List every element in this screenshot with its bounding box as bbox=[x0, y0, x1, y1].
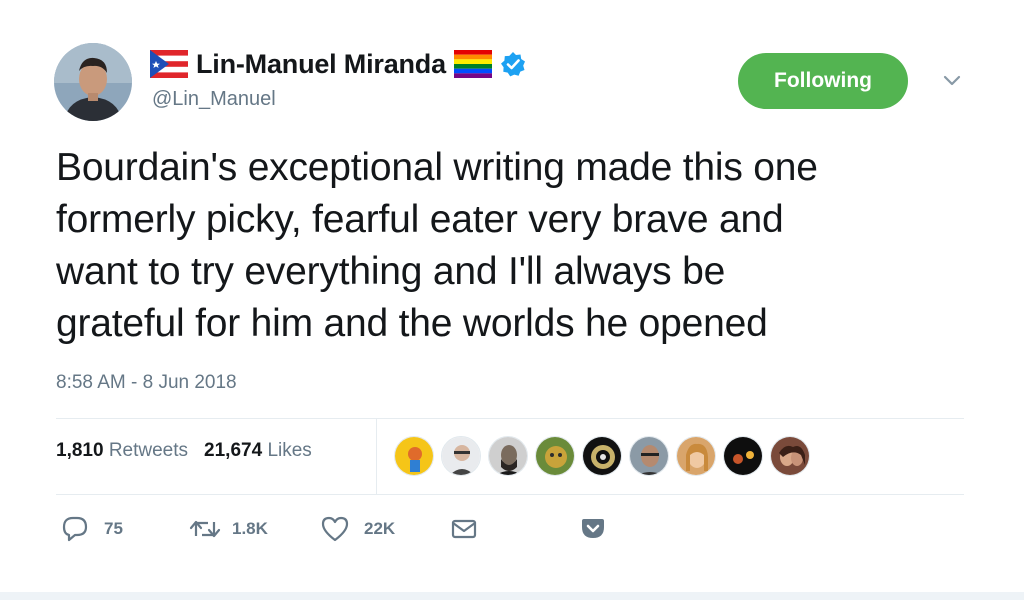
tweet-actions: 75 1.8K 22K bbox=[60, 512, 606, 546]
tweet-stats: 1,810 Retweets 21,674 Likes bbox=[56, 440, 312, 462]
liker-avatar[interactable] bbox=[535, 436, 575, 476]
heart-icon bbox=[320, 515, 350, 543]
retweets-count: 1,810 bbox=[56, 440, 104, 461]
envelope-icon bbox=[450, 517, 478, 541]
name-row: Lin-Manuel Miranda bbox=[150, 46, 526, 82]
chevron-down-icon[interactable] bbox=[940, 72, 964, 90]
reply-action[interactable]: 75 bbox=[60, 515, 188, 543]
retweet-icon bbox=[188, 516, 222, 542]
divider bbox=[56, 494, 964, 495]
user-handle[interactable]: @Lin_Manuel bbox=[150, 88, 526, 111]
stats-divider bbox=[376, 418, 377, 494]
rainbow-flag-icon bbox=[453, 50, 492, 78]
liker-avatar[interactable] bbox=[629, 436, 669, 476]
reply-count: 75 bbox=[104, 519, 123, 538]
retweet-count: 1.8K bbox=[232, 519, 268, 538]
user-header: Lin-Manuel Miranda @Lin_Manuel bbox=[150, 46, 526, 111]
retweets-stat[interactable]: 1,810 Retweets bbox=[56, 440, 188, 462]
pocket-action[interactable] bbox=[580, 517, 606, 541]
puerto-rico-flag-icon bbox=[150, 50, 188, 78]
display-name[interactable]: Lin-Manuel Miranda bbox=[196, 49, 446, 80]
user-avatar[interactable] bbox=[54, 43, 132, 121]
tweet-text-line: grateful for him and the worlds he opene… bbox=[56, 302, 768, 345]
reply-icon bbox=[60, 515, 90, 543]
liker-avatar[interactable] bbox=[441, 436, 481, 476]
retweets-label: Retweets bbox=[108, 440, 189, 461]
liker-avatar[interactable] bbox=[723, 436, 763, 476]
liker-avatar[interactable] bbox=[488, 436, 528, 476]
bottom-divider bbox=[0, 592, 1024, 600]
likes-count: 21,674 bbox=[204, 440, 263, 461]
liker-avatar[interactable] bbox=[676, 436, 716, 476]
liker-avatar[interactable] bbox=[582, 436, 622, 476]
liker-avatar[interactable] bbox=[394, 436, 434, 476]
tweet-timestamp[interactable]: 8:58 AM - 8 Jun 2018 bbox=[56, 372, 237, 394]
tweet-text-line: Bourdain's exceptional writing made this… bbox=[56, 146, 818, 189]
liker-avatars bbox=[394, 436, 817, 476]
pocket-icon bbox=[580, 517, 606, 541]
tweet-text-line: want to try everything and I'll always b… bbox=[56, 250, 726, 293]
like-action[interactable]: 22K bbox=[320, 515, 450, 543]
verified-badge-icon bbox=[500, 51, 526, 77]
tweet-text: Bourdain's exceptional writing made this… bbox=[56, 142, 986, 350]
following-button[interactable]: Following bbox=[738, 53, 908, 109]
tweet-text-line: formerly picky, fearful eater very brave… bbox=[56, 198, 784, 241]
likes-stat[interactable]: 21,674 Likes bbox=[204, 440, 312, 462]
tweet-card: Lin-Manuel Miranda @Lin_Manuel Following… bbox=[0, 0, 1024, 600]
like-count: 22K bbox=[364, 519, 396, 538]
retweet-action[interactable]: 1.8K bbox=[188, 516, 320, 542]
divider bbox=[56, 418, 964, 419]
direct-message-action[interactable] bbox=[450, 517, 580, 541]
liker-avatar[interactable] bbox=[770, 436, 810, 476]
likes-label: Likes bbox=[267, 440, 312, 461]
